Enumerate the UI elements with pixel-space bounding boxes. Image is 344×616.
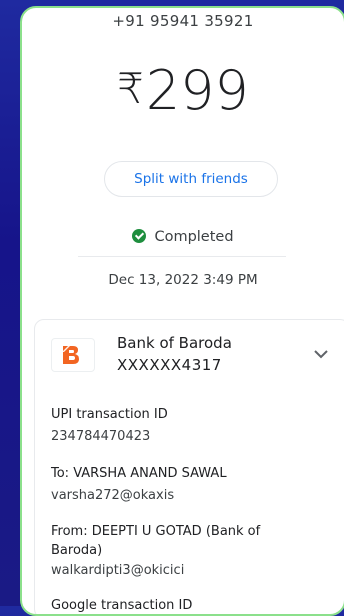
divider [78,256,286,257]
bank-name: Bank of Baroda [117,334,232,352]
check-circle-icon [132,229,147,243]
transaction-details-panel: Bank of Baroda XXXXXX4317 UPI transactio… [34,319,344,614]
recipient-upi-id: varsha272@okaxis [51,488,175,503]
bank-logo-icon [51,338,95,372]
bank-account-number: XXXXXX4317 [117,356,222,374]
chevron-down-icon[interactable] [311,344,331,364]
payee-phone: +91 95941 35921 [112,12,254,30]
amount-value: 299 [145,59,249,122]
status-row: Completed [22,229,344,245]
transaction-card: +91 95941 35921 ₹299 Split with friends … [20,6,344,616]
sender-label: From: DEEPTI U GOTAD (Bank of Baroda) [51,524,261,558]
status-text: Completed [154,229,234,245]
upi-transaction-id-value: 234784470423 [51,429,151,444]
sender-upi-id: walkardipti3@okicici [51,563,185,578]
split-with-friends-button[interactable]: Split with friends [104,161,278,197]
recipient-label: To: VARSHA ANAND SAWAL [51,466,227,481]
amount-display: ₹299 [22,64,344,118]
currency-symbol: ₹ [117,64,144,113]
transaction-datetime: Dec 13, 2022 3:49 PM [108,272,258,288]
upi-transaction-id-label: UPI transaction ID [51,407,168,422]
